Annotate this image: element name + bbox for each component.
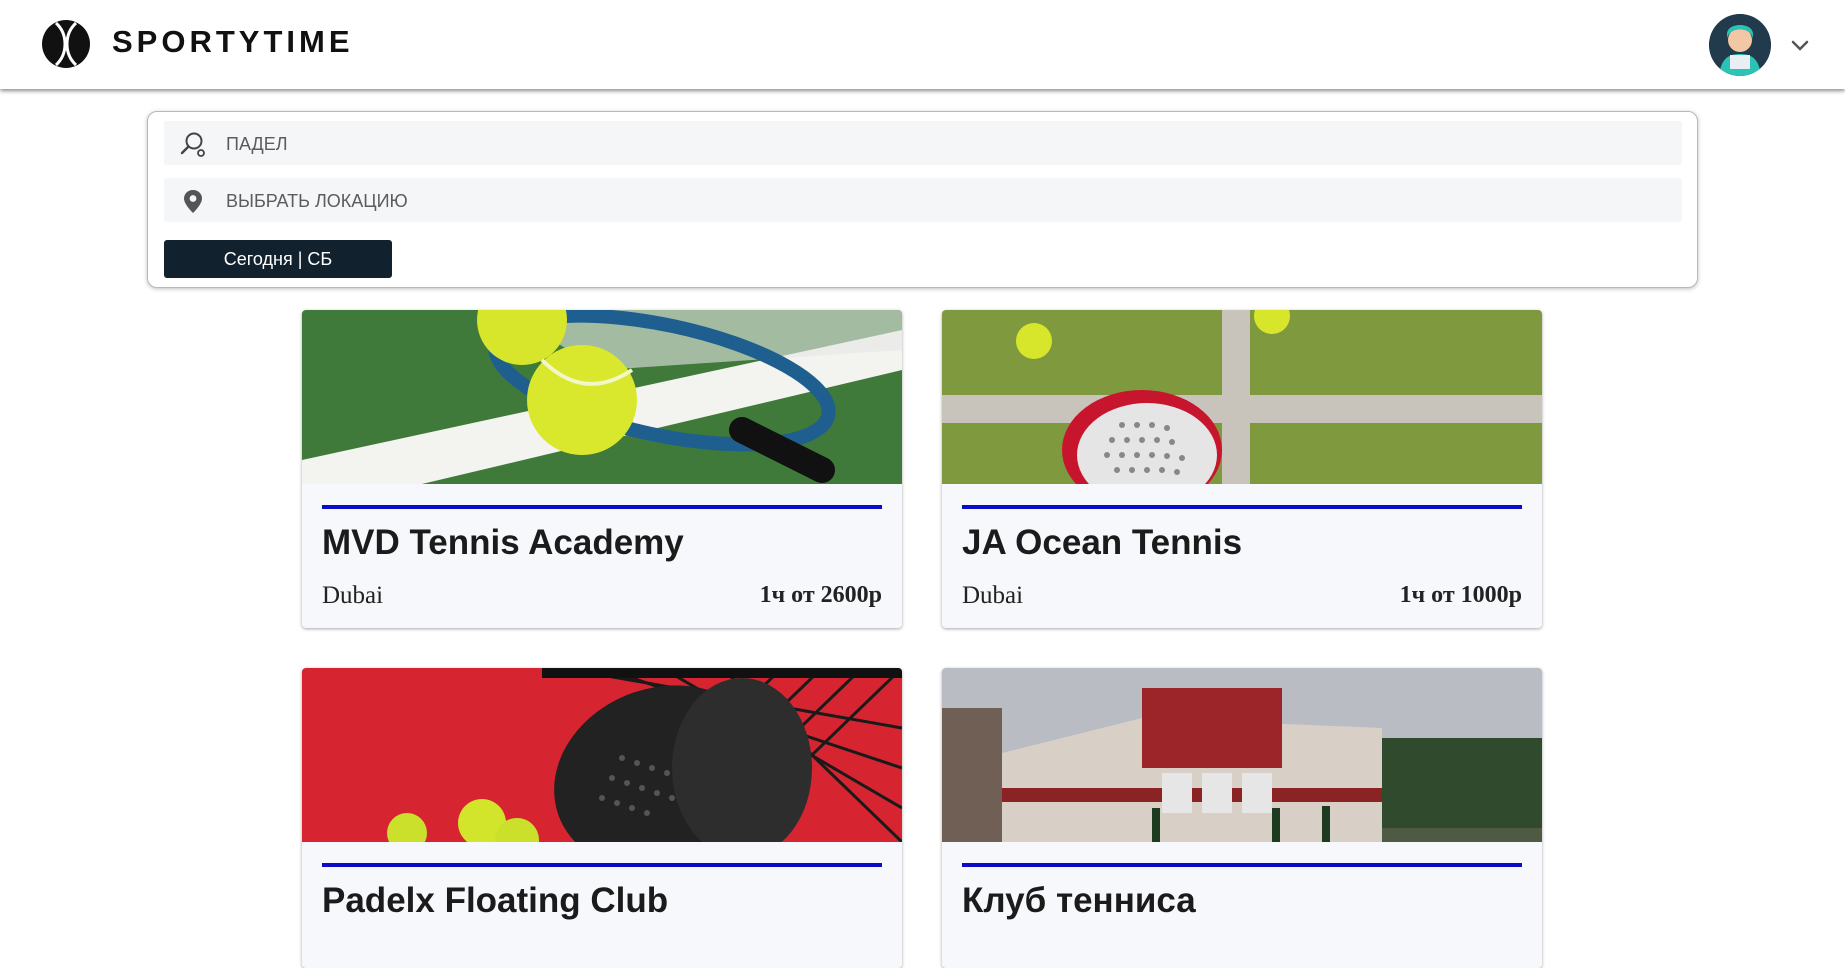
location-field[interactable]	[164, 178, 1682, 224]
venue-name[interactable]: MVD Tennis Academy	[322, 523, 684, 563]
venue-name[interactable]: Клуб тенниса	[962, 881, 1196, 921]
venue-name[interactable]: Padelx Floating Club	[322, 881, 668, 921]
location-input[interactable]	[224, 178, 1668, 224]
venue-city: Dubai	[962, 582, 1024, 609]
venue-name[interactable]: JA Ocean Tennis	[962, 523, 1242, 563]
brand-name[interactable]: SPORTYTIME	[112, 24, 354, 60]
user-avatar-icon[interactable]	[1709, 14, 1771, 76]
tennis-ball-logo-icon[interactable]	[42, 20, 90, 68]
venue-city: Dubai	[322, 582, 384, 609]
venue-card[interactable]: Клуб тенниса	[942, 668, 1542, 968]
padel-racket-grass-photo	[942, 310, 1542, 484]
venue-card[interactable]: JA Ocean Tennis Dubai 1ч от 1000р	[942, 310, 1542, 628]
card-accent-rule	[322, 863, 882, 867]
racket-search-icon	[180, 132, 205, 157]
location-pin-icon	[184, 190, 202, 213]
top-header: SPORTYTIME	[0, 0, 1845, 89]
card-accent-rule	[322, 505, 882, 509]
card-accent-rule	[962, 505, 1522, 509]
venue-price: 1ч от 2600р	[759, 582, 882, 608]
chevron-down-icon[interactable]	[1789, 34, 1811, 56]
sport-field[interactable]	[164, 121, 1682, 167]
venue-card[interactable]: MVD Tennis Academy Dubai 1ч от 2600р	[302, 310, 902, 628]
tennis-racket-balls-photo	[302, 310, 902, 484]
card-accent-rule	[962, 863, 1522, 867]
date-picker-button[interactable]: Сегодня | СБ	[164, 240, 392, 278]
tennis-club-building-photo	[942, 668, 1542, 842]
venue-card[interactable]: Padelx Floating Club	[302, 668, 902, 968]
padel-racket-net-photo	[302, 668, 902, 842]
search-panel: Сегодня | СБ	[147, 111, 1698, 288]
venue-price: 1ч от 1000р	[1399, 582, 1522, 608]
sport-input[interactable]	[224, 121, 1668, 167]
